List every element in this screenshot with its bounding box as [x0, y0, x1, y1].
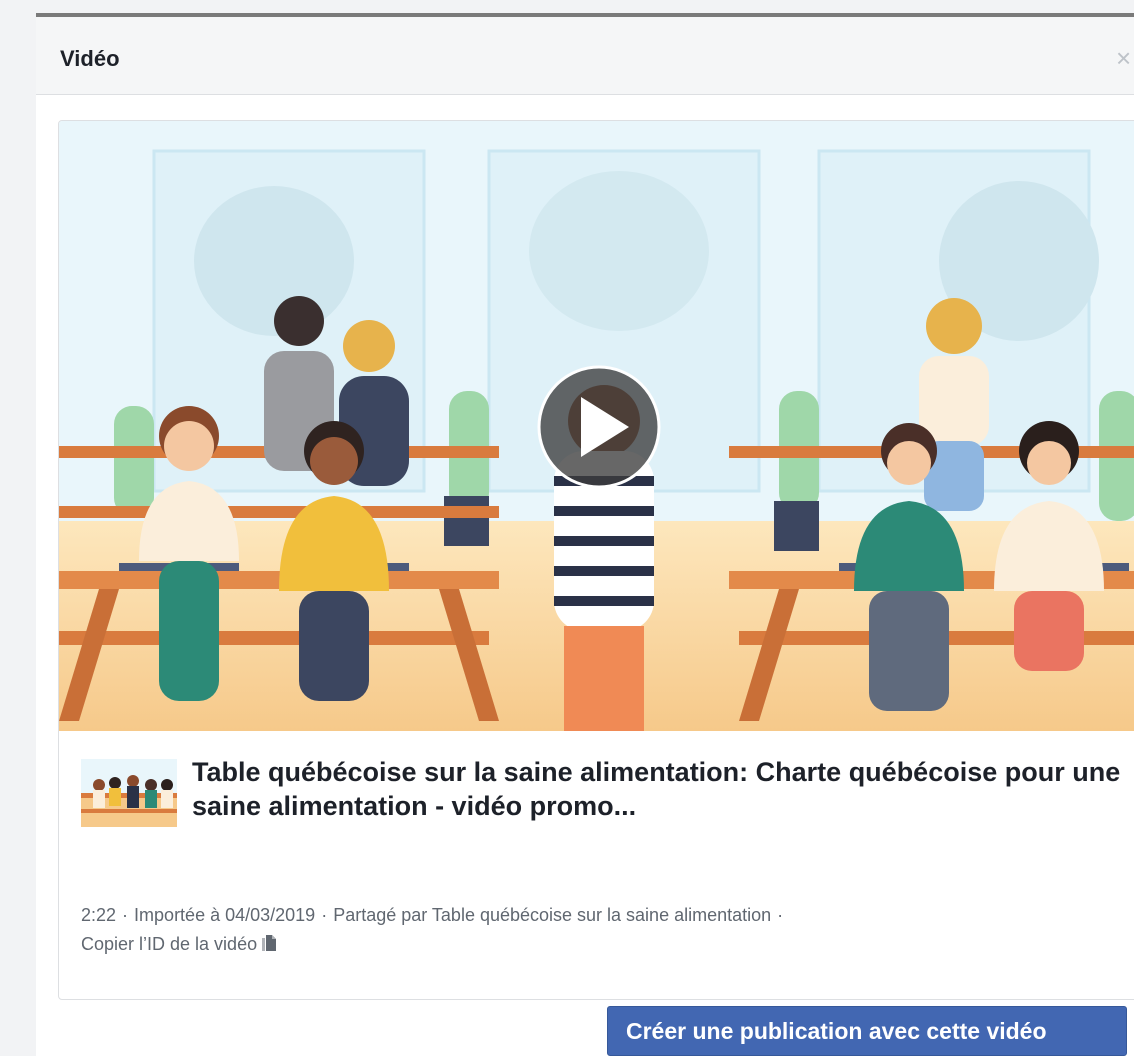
copy-icon[interactable]: [261, 932, 277, 961]
video-player[interactable]: [59, 121, 1134, 731]
video-dialog: Vidéo × Table québécoise sur la saine al…: [36, 13, 1134, 1056]
video-title[interactable]: Table québécoise sur la saine alimentati…: [192, 755, 1132, 823]
upload-date: Importée à 04/03/2019: [134, 905, 316, 925]
close-icon[interactable]: ×: [1116, 43, 1134, 73]
video-preview-illustration: [59, 121, 1134, 731]
separator: ·: [777, 905, 784, 925]
shared-by: Partagé par Table québécoise sur la sain…: [333, 905, 772, 925]
separator: ·: [122, 905, 129, 925]
video-card: Table québécoise sur la saine alimentati…: [58, 120, 1134, 1000]
video-duration: 2:22: [81, 905, 117, 925]
copy-video-id-link[interactable]: Copier l’ID de la vidéo: [81, 934, 257, 954]
play-icon[interactable]: [537, 365, 661, 489]
dialog-title: Vidéo: [60, 46, 120, 71]
video-details: 2:22 · Importée à 04/03/2019 · Partagé par T…: [81, 901, 1081, 961]
video-thumbnail: [81, 759, 177, 827]
video-meta: Table québécoise sur la saine alimentati…: [59, 731, 1134, 999]
dialog-header: Vidéo ×: [36, 17, 1134, 95]
separator: ·: [321, 905, 328, 925]
create-post-button[interactable]: Créer une publication avec cette vidéo: [607, 1006, 1127, 1056]
